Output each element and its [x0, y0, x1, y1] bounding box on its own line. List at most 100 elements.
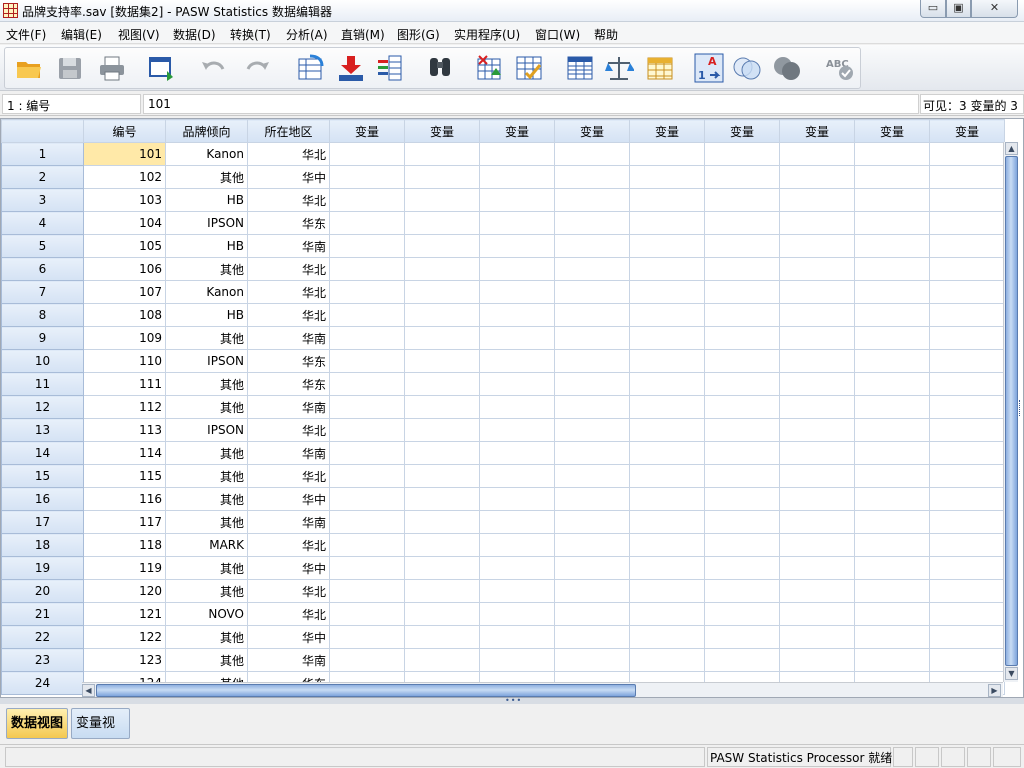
empty-cell[interactable] — [479, 556, 555, 580]
cell-id[interactable]: 106 — [83, 257, 166, 281]
cell-brand[interactable]: Kanon — [165, 280, 248, 304]
empty-cell[interactable] — [329, 556, 405, 580]
empty-cell[interactable] — [629, 280, 705, 304]
empty-cell[interactable] — [779, 257, 855, 281]
column-header-empty-var[interactable]: 变量 — [404, 119, 480, 143]
empty-cell[interactable] — [554, 533, 630, 557]
empty-cell[interactable] — [929, 188, 1005, 212]
horizontal-scroll-thumb[interactable] — [96, 684, 636, 697]
cell-id[interactable]: 113 — [83, 418, 166, 442]
menu-utilities[interactable]: 实用程序(U) — [454, 26, 520, 43]
empty-cell[interactable] — [554, 395, 630, 419]
cell-brand[interactable]: NOVO — [165, 602, 248, 626]
empty-cell[interactable] — [329, 418, 405, 442]
empty-cell[interactable] — [554, 418, 630, 442]
empty-cell[interactable] — [929, 418, 1005, 442]
empty-cell[interactable] — [404, 648, 480, 672]
cell-brand[interactable]: 其他 — [165, 441, 248, 465]
split-file-icon[interactable] — [565, 53, 595, 83]
empty-cell[interactable] — [554, 142, 630, 166]
maximize-button[interactable]: ▣ — [946, 0, 971, 18]
empty-cell[interactable] — [854, 395, 930, 419]
cell-brand[interactable]: Kanon — [165, 142, 248, 166]
cell-region[interactable]: 华中 — [247, 556, 330, 580]
empty-cell[interactable] — [629, 556, 705, 580]
minimize-button[interactable]: ▭ — [920, 0, 946, 18]
empty-cell[interactable] — [404, 234, 480, 258]
empty-cell[interactable] — [854, 510, 930, 534]
row-number-cell[interactable]: 11 — [1, 372, 84, 396]
empty-cell[interactable] — [929, 556, 1005, 580]
empty-cell[interactable] — [554, 510, 630, 534]
empty-cell[interactable] — [929, 257, 1005, 281]
empty-cell[interactable] — [704, 372, 780, 396]
column-header-empty-var[interactable]: 变量 — [329, 119, 405, 143]
empty-cell[interactable] — [779, 579, 855, 603]
menu-graphs[interactable]: 图形(G) — [397, 26, 440, 43]
select-cases-icon[interactable] — [645, 53, 675, 83]
empty-cell[interactable] — [479, 280, 555, 304]
row-number-cell[interactable]: 4 — [1, 211, 84, 235]
empty-cell[interactable] — [779, 188, 855, 212]
empty-cell[interactable] — [479, 349, 555, 373]
empty-cell[interactable] — [704, 533, 780, 557]
cell-region[interactable]: 华南 — [247, 326, 330, 350]
cell-id[interactable]: 103 — [83, 188, 166, 212]
empty-cell[interactable] — [329, 372, 405, 396]
find-icon[interactable] — [425, 53, 455, 83]
empty-cell[interactable] — [629, 257, 705, 281]
empty-cell[interactable] — [329, 234, 405, 258]
row-number-cell[interactable]: 19 — [1, 556, 84, 580]
cell-id[interactable]: 115 — [83, 464, 166, 488]
cell-region[interactable]: 华南 — [247, 510, 330, 534]
use-variable-sets-icon[interactable] — [732, 53, 762, 83]
variables-icon[interactable] — [375, 53, 405, 83]
empty-cell[interactable] — [854, 487, 930, 511]
empty-cell[interactable] — [704, 464, 780, 488]
cell-brand[interactable]: 其他 — [165, 326, 248, 350]
cell-region[interactable]: 华中 — [247, 165, 330, 189]
menu-window[interactable]: 窗口(W) — [535, 26, 580, 43]
cell-brand[interactable]: 其他 — [165, 395, 248, 419]
empty-cell[interactable] — [404, 188, 480, 212]
empty-cell[interactable] — [854, 579, 930, 603]
empty-cell[interactable] — [329, 326, 405, 350]
empty-cell[interactable] — [929, 487, 1005, 511]
row-number-cell[interactable]: 21 — [1, 602, 84, 626]
empty-cell[interactable] — [854, 625, 930, 649]
cell-id[interactable]: 116 — [83, 487, 166, 511]
cell-region[interactable]: 华北 — [247, 280, 330, 304]
empty-cell[interactable] — [629, 234, 705, 258]
empty-cell[interactable] — [929, 142, 1005, 166]
empty-cell[interactable] — [704, 257, 780, 281]
spell-check-icon[interactable]: ABC — [824, 53, 854, 83]
empty-cell[interactable] — [779, 625, 855, 649]
cell-brand[interactable]: 其他 — [165, 464, 248, 488]
empty-cell[interactable] — [779, 326, 855, 350]
empty-cell[interactable] — [479, 533, 555, 557]
empty-cell[interactable] — [329, 602, 405, 626]
cell-brand[interactable]: IPSON — [165, 349, 248, 373]
empty-cell[interactable] — [554, 372, 630, 396]
empty-cell[interactable] — [404, 372, 480, 396]
cell-id[interactable]: 107 — [83, 280, 166, 304]
row-number-cell[interactable]: 5 — [1, 234, 84, 258]
cell-brand[interactable]: IPSON — [165, 211, 248, 235]
empty-cell[interactable] — [554, 326, 630, 350]
goto-case-icon[interactable] — [296, 53, 326, 83]
empty-cell[interactable] — [854, 648, 930, 672]
vertical-scrollbar[interactable]: ▲ ▼ — [1003, 142, 1018, 682]
empty-cell[interactable] — [929, 234, 1005, 258]
cell-region[interactable]: 华北 — [247, 464, 330, 488]
empty-cell[interactable] — [329, 510, 405, 534]
empty-cell[interactable] — [629, 303, 705, 327]
cell-region[interactable]: 华中 — [247, 625, 330, 649]
empty-cell[interactable] — [554, 165, 630, 189]
empty-cell[interactable] — [329, 165, 405, 189]
empty-cell[interactable] — [404, 211, 480, 235]
empty-cell[interactable] — [404, 165, 480, 189]
tab-data-view[interactable]: 数据视图 — [6, 708, 68, 739]
empty-cell[interactable] — [779, 280, 855, 304]
empty-cell[interactable] — [929, 533, 1005, 557]
empty-cell[interactable] — [854, 441, 930, 465]
